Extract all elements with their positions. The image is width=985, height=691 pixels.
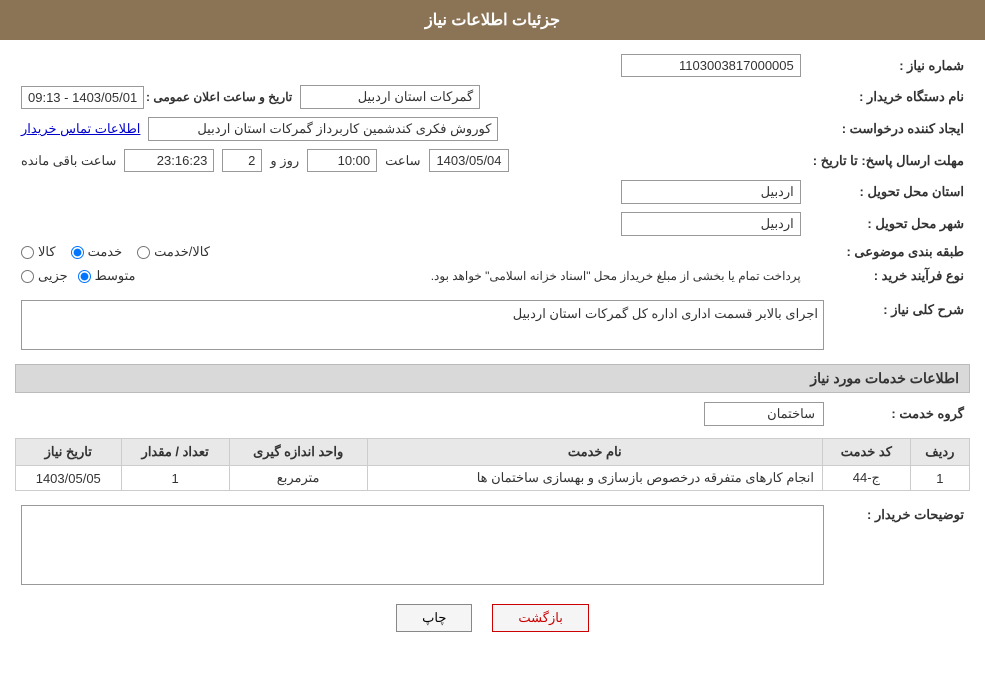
cell-service-name: انجام کارهای متفرقه درخصوص بازسازی و بهس…	[367, 466, 822, 491]
back-button[interactable]: بازگشت	[492, 604, 588, 632]
city-field: اردبیل	[621, 212, 801, 236]
creator-cell: کوروش فکری کندشمین کاربرداز گمرکات استان…	[15, 113, 807, 145]
deadline-cell: 1403/05/04 ساعت 10:00 روز و 2 23:16:23	[15, 145, 807, 176]
deadline-time-field: 10:00	[307, 149, 377, 172]
row-general-desc: شرح کلی نیاز : اجرای بالابر قسمت اداری ا…	[15, 296, 970, 354]
general-desc-value: اجرای بالابر قسمت اداری اداره کل گمرکات …	[513, 306, 818, 322]
cell-quantity: 1	[121, 466, 229, 491]
creator-field: کوروش فکری کندشمین کاربرداز گمرکات استان…	[148, 117, 498, 141]
page-header: جزئیات اطلاعات نیاز	[0, 0, 985, 40]
cell-date: 1403/05/05	[16, 466, 122, 491]
radio-kala[interactable]: کالا	[21, 244, 56, 260]
row-buyer-announce: نام دستگاه خریدار : گمرکات استان اردبیل …	[15, 81, 970, 113]
province-label: استان محل تحویل :	[807, 176, 970, 208]
process-note: پرداخت تمام یا بخشی از مبلغ خریداز محل "…	[146, 269, 801, 283]
radio-khadamat-input[interactable]	[71, 246, 84, 259]
service-group-field: ساختمان	[704, 402, 824, 426]
col-quantity: تعداد / مقدار	[121, 439, 229, 466]
services-table-body: 1 ج-44 انجام کارهای متفرقه درخصوص بازساز…	[16, 466, 970, 491]
deadline-time-label: ساعت	[385, 153, 420, 169]
service-group-cell: ساختمان	[15, 398, 830, 430]
row-need-number: شماره نیاز : 1103003817000005	[15, 50, 970, 81]
deadline-days-field: 2	[222, 149, 262, 172]
deadline-remaining-field: 23:16:23	[124, 149, 214, 172]
row-province: استان محل تحویل : اردبیل	[15, 176, 970, 208]
radio-jozi-input[interactable]	[21, 270, 34, 283]
category-cell: کالا/خدمت خدمت کالا	[15, 240, 807, 264]
general-desc-label: شرح کلی نیاز :	[830, 296, 970, 354]
row-category: طبقه بندی موضوعی : کالا/خدمت خدمت کالا	[15, 240, 970, 264]
city-label: شهر محل تحویل :	[807, 208, 970, 240]
services-table-head: ردیف کد خدمت نام خدمت واحد اندازه گیری ت…	[16, 439, 970, 466]
service-group-table: گروه خدمت : ساختمان	[15, 398, 970, 430]
row-city: شهر محل تحویل : اردبیل	[15, 208, 970, 240]
print-button[interactable]: چاپ	[396, 604, 472, 632]
buyer-notes-cell	[15, 501, 830, 589]
need-number-value: 1103003817000005	[15, 50, 807, 81]
radio-motavasset-input[interactable]	[78, 270, 91, 283]
category-label: طبقه بندی موضوعی :	[807, 240, 970, 264]
radio-khadamat-label: خدمت	[88, 244, 123, 260]
radio-khadamat[interactable]: خدمت	[71, 244, 123, 260]
radio-kala-label: کالا	[38, 244, 56, 260]
radio-kala-input[interactable]	[21, 246, 34, 259]
buttons-row: بازگشت چاپ	[15, 604, 970, 632]
need-number-label: شماره نیاز :	[807, 50, 970, 81]
radio-jozi-label: جزیی	[38, 268, 68, 284]
need-number-field: 1103003817000005	[621, 54, 801, 77]
deadline-date-field: 1403/05/04	[429, 149, 509, 172]
col-date: تاریخ نیاز	[16, 439, 122, 466]
col-service-name: نام خدمت	[367, 439, 822, 466]
creator-label: ایجاد کننده درخواست :	[807, 113, 970, 145]
buyer-name-field: گمرکات استان اردبیل	[300, 85, 480, 109]
buyer-name-label: نام دستگاه خریدار :	[807, 81, 970, 113]
row-creator: ایجاد کننده درخواست : کوروش فکری کندشمین…	[15, 113, 970, 145]
buyer-notes-table: توضیحات خریدار :	[15, 501, 970, 589]
general-desc-field: اجرای بالابر قسمت اداری اداره کل گمرکات …	[21, 300, 824, 350]
row-process: نوع فرآیند خرید : پرداخت تمام یا بخشی از…	[15, 264, 970, 288]
main-content: شماره نیاز : 1103003817000005 نام دستگاه…	[0, 40, 985, 657]
col-unit: واحد اندازه گیری	[229, 439, 367, 466]
general-desc-cell: اجرای بالابر قسمت اداری اداره کل گمرکات …	[15, 296, 830, 354]
row-service-group: گروه خدمت : ساختمان	[15, 398, 970, 430]
buyer-announce-cell: گمرکات استان اردبیل تاریخ و ساعت اعلان ع…	[15, 81, 807, 113]
province-cell: اردبیل	[15, 176, 807, 208]
deadline-remaining-label: ساعت باقی مانده	[21, 153, 116, 169]
deadline-days-label: روز و	[270, 153, 299, 169]
page-title: جزئیات اطلاعات نیاز	[425, 12, 560, 29]
service-group-label: گروه خدمت :	[830, 398, 970, 430]
buyer-notes-field	[21, 505, 824, 585]
process-cell: پرداخت تمام یا بخشی از مبلغ خریداز محل "…	[15, 264, 807, 288]
city-cell: اردبیل	[15, 208, 807, 240]
services-table: ردیف کد خدمت نام خدمت واحد اندازه گیری ت…	[15, 438, 970, 491]
contact-link[interactable]: اطلاعات تماس خریدار	[21, 121, 140, 137]
radio-motavasset[interactable]: متوسط	[78, 268, 136, 284]
buyer-notes-label: توضیحات خریدار :	[830, 501, 970, 589]
services-table-header-row: ردیف کد خدمت نام خدمت واحد اندازه گیری ت…	[16, 439, 970, 466]
announce-label: تاریخ و ساعت اعلان عمومی :	[152, 90, 292, 104]
province-field: اردبیل	[621, 180, 801, 204]
radio-motavasset-label: متوسط	[95, 268, 136, 284]
cell-unit: مترمربع	[229, 466, 367, 491]
page-container: جزئیات اطلاعات نیاز شماره نیاز : 1103003…	[0, 0, 985, 691]
radio-kala-khadamat-label: کالا/خدمت	[154, 244, 210, 260]
info-table: شماره نیاز : 1103003817000005 نام دستگاه…	[15, 50, 970, 288]
cell-row: 1	[910, 466, 969, 491]
announce-field: 1403/05/01 - 09:13	[21, 86, 144, 109]
cell-service-code: ج-44	[822, 466, 910, 491]
radio-jozi[interactable]: جزیی	[21, 268, 68, 284]
col-service-code: کد خدمت	[822, 439, 910, 466]
row-deadline: مهلت ارسال پاسخ: تا تاریخ : 1403/05/04 س…	[15, 145, 970, 176]
radio-kala-khadamat-input[interactable]	[137, 246, 150, 259]
col-row: ردیف	[910, 439, 969, 466]
services-section-title: اطلاعات خدمات مورد نیاز	[15, 364, 970, 393]
deadline-label: مهلت ارسال پاسخ: تا تاریخ :	[807, 145, 970, 176]
general-desc-table: شرح کلی نیاز : اجرای بالابر قسمت اداری ا…	[15, 296, 970, 354]
row-buyer-notes: توضیحات خریدار :	[15, 501, 970, 589]
table-row: 1 ج-44 انجام کارهای متفرقه درخصوص بازساز…	[16, 466, 970, 491]
process-label: نوع فرآیند خرید :	[807, 264, 970, 288]
radio-kala-khadamat[interactable]: کالا/خدمت	[137, 244, 210, 260]
